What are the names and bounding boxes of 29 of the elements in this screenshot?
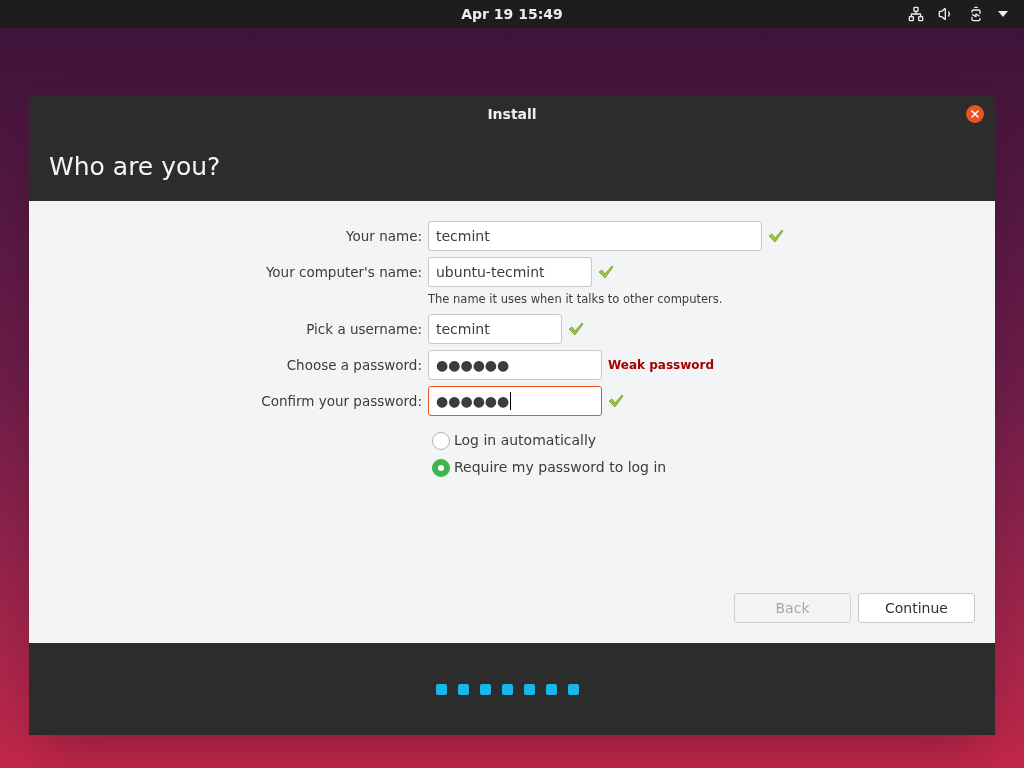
text-field[interactable]: ●●●●●●	[428, 350, 602, 381]
field-label: Your computer's name:	[264, 262, 422, 282]
window-title: Install	[487, 104, 537, 124]
password-strength-text: Weak password	[608, 357, 714, 375]
radio-label[interactable]: Require my password to log in	[454, 457, 667, 479]
field-label: Pick a username:	[305, 320, 422, 340]
check-icon	[568, 321, 584, 338]
text-field[interactable]: tecmint	[428, 221, 762, 251]
caret-icon[interactable]	[998, 11, 1008, 17]
close-button[interactable]	[966, 105, 984, 123]
check-icon	[598, 264, 614, 280]
battery-icon[interactable]	[968, 6, 984, 22]
text-field[interactable]: ubuntu-tecmint	[428, 257, 592, 287]
wizard-button[interactable]: Continue	[858, 593, 975, 623]
field-label: Your name:	[345, 226, 422, 246]
page-heading: Who are you?	[49, 151, 221, 184]
radio-label[interactable]: Log in automatically	[454, 430, 597, 452]
text-field[interactable]: ●●●●●●	[428, 386, 602, 417]
field-hint: The name it uses when it talks to other computers.	[428, 291, 724, 308]
close-icon	[969, 108, 981, 120]
text-field[interactable]: tecmint	[428, 314, 562, 345]
check-icon	[768, 228, 784, 244]
clock[interactable]: Apr 19 15:49	[461, 3, 563, 25]
radio-button[interactable]	[432, 458, 450, 477]
field-label: Choose a password:	[285, 356, 422, 376]
check-icon	[608, 393, 624, 410]
field-label: Confirm your password:	[260, 392, 422, 412]
radio-button[interactable]	[432, 431, 450, 450]
network-icon[interactable]	[908, 6, 924, 22]
